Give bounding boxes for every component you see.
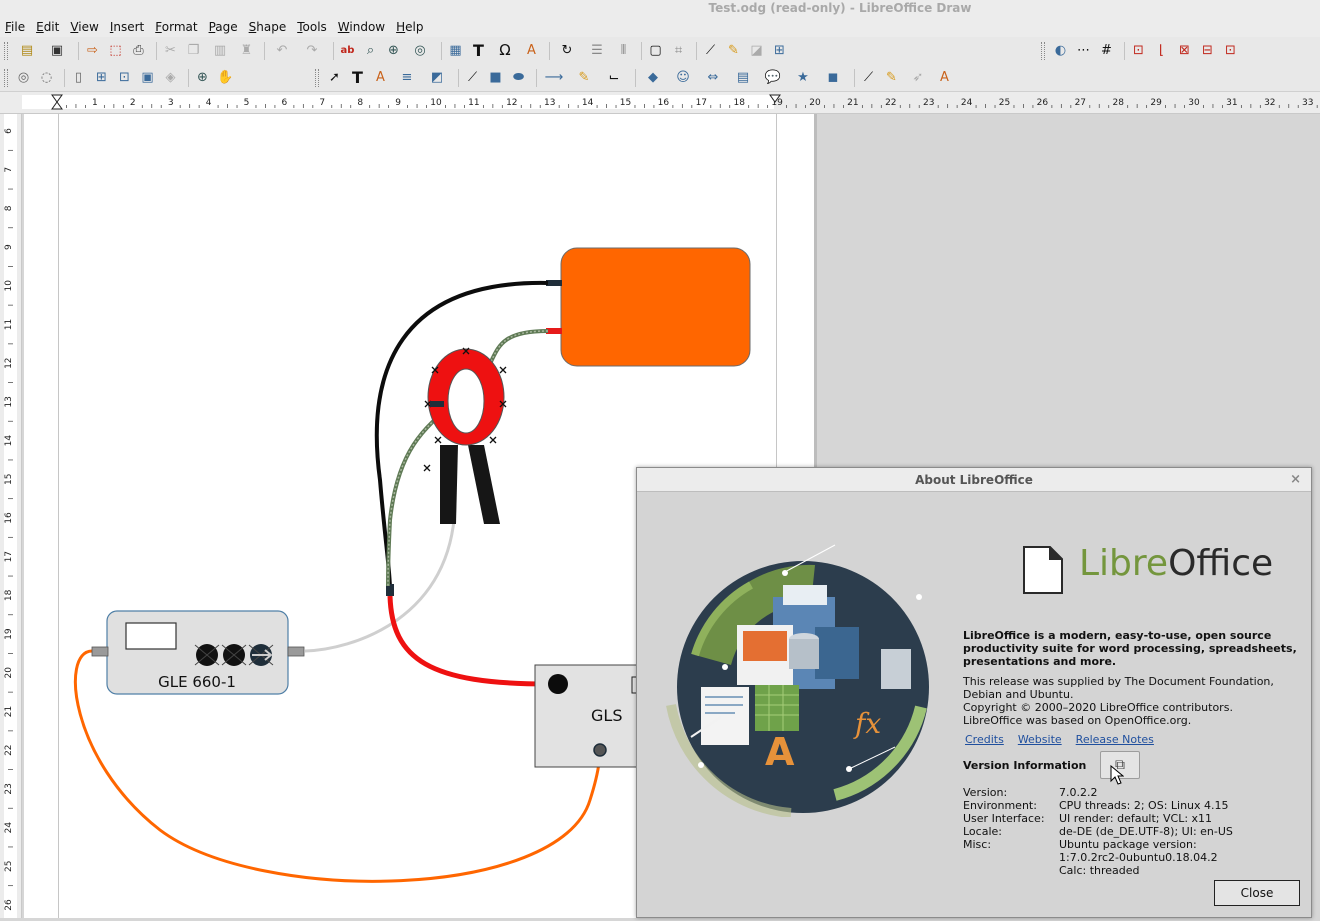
gray-cable[interactable] (304, 499, 457, 653)
info-row: 1:7.0.2rc2-0ubuntu0.18.04.2 (1059, 851, 1218, 864)
about-illustration: A fx (666, 544, 929, 817)
gle-knobs (194, 644, 274, 666)
website-link[interactable]: Website (1018, 733, 1062, 746)
about-dialog: About LibreOffice × A fx LibreOffice Lib… (636, 467, 1312, 918)
about-copyright: Copyright © 2000–2020 LibreOffice contri… (963, 701, 1233, 714)
credits-link[interactable]: Credits (965, 733, 1004, 746)
illustration-fx-icon: fx (853, 707, 881, 740)
red-cable[interactable] (387, 595, 549, 687)
close-button[interactable]: Close (1214, 880, 1300, 906)
current-clamp[interactable] (423, 347, 507, 524)
info-row: User Interface: UI render: default; VCL: … (963, 812, 1213, 825)
gle-display (125, 622, 177, 650)
gls-black-jack (548, 674, 568, 694)
about-dialog-title: About LibreOffice × (637, 468, 1311, 492)
black-terminal (546, 280, 562, 286)
mouse-cursor-icon (1110, 765, 1124, 785)
version-info-table: Version: 7.0.2.2 Environment: CPU threads:… (963, 786, 1233, 877)
info-row: Calc: threaded (1059, 864, 1140, 877)
gls-small-jack (593, 743, 607, 757)
libreoffice-logo: LibreOffice (1079, 543, 1274, 584)
info-row: Locale: de-DE (de_DE.UTF-8); UI: en-US (963, 825, 1233, 838)
gle-left-connector (91, 646, 109, 657)
gls-label: GLS (591, 706, 622, 725)
about-based: LibreOffice was based on OpenOffice.org. (963, 714, 1192, 727)
illustration-letter-icon: A (765, 730, 795, 774)
gle-label: GLE 660-1 (158, 673, 236, 691)
about-supplied: This release was supplied by The Documen… (963, 675, 1274, 701)
gle-right-connector (287, 646, 305, 657)
release-notes-link[interactable]: Release Notes (1076, 733, 1154, 746)
info-row: Environment: CPU threads: 2; OS: Linux 4.… (963, 799, 1229, 812)
about-description: LibreOffice is a modern, easy-to-use, op… (963, 629, 1297, 668)
info-row: Version: 7.0.2.2 (963, 786, 1098, 799)
info-row: Misc: Ubuntu package version: (963, 838, 1197, 851)
orange-device[interactable] (560, 247, 751, 367)
red-terminal (546, 328, 562, 334)
version-information-label: Version Information (963, 759, 1087, 772)
libreoffice-document-icon (1023, 546, 1063, 594)
about-links: Credits Website Release Notes (965, 733, 1168, 746)
dialog-close-icon[interactable]: × (1290, 468, 1301, 492)
about-dialog-body: A fx LibreOffice LibreOffice is a modern… (637, 493, 1313, 919)
